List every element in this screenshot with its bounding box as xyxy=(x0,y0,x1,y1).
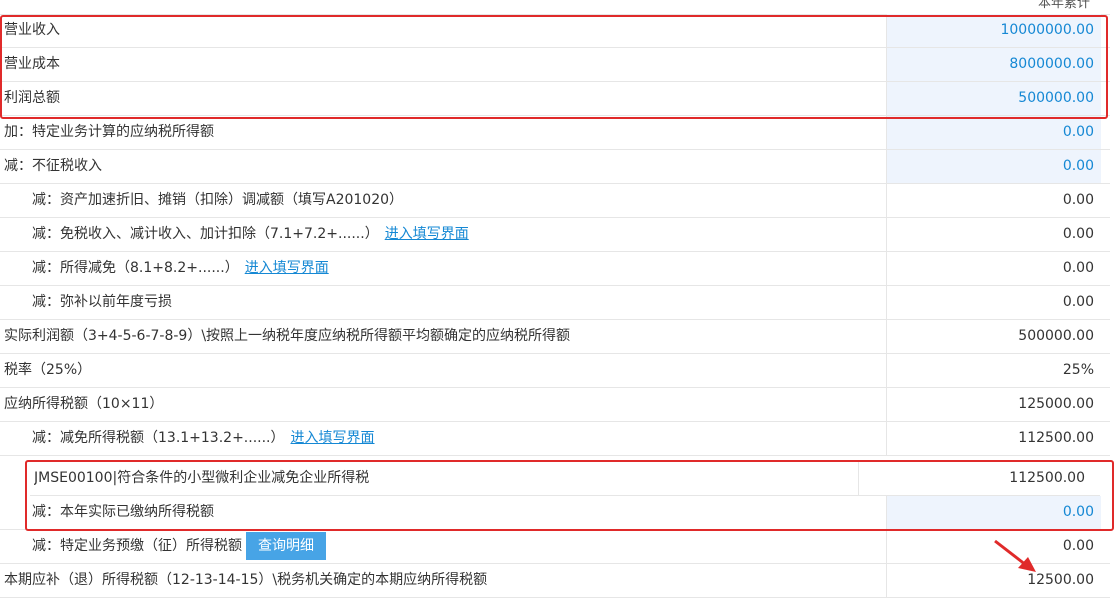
row-label: JMSE00100|符合条件的小型微利企业减免企业所得税 xyxy=(34,470,370,486)
total-profit-input[interactable]: 500000.00 xyxy=(886,82,1101,115)
table-row-special-business-income: 加：特定业务计算的应纳税所得额 0.00 xyxy=(0,116,1110,150)
row-value: 0.00 xyxy=(886,252,1101,285)
row-label: 减：所得减免（8.1+8.2+......） xyxy=(32,260,239,276)
row-value: 500000.00 xyxy=(886,320,1101,353)
table-row-actual-profit: 实际利润额（3+4-5-6-7-8-9）\按照上一纳税年度应纳税所得额平均额确定… xyxy=(0,320,1110,354)
special-business-income-input[interactable]: 0.00 xyxy=(886,116,1101,149)
table-header: 本年累计 xyxy=(0,0,1110,15)
enter-fill-link[interactable]: 进入填写界面 xyxy=(291,430,375,446)
row-value: 125000.00 xyxy=(886,388,1101,421)
row-label-group: 减：减免所得税额（13.1+13.2+......） 进入填写界面 xyxy=(32,422,375,455)
table-row-total-profit: 利润总额 500000.00 xyxy=(0,82,1110,116)
operating-revenue-input[interactable]: 10000000.00 xyxy=(886,14,1101,47)
row-label: 实际利润额（3+4-5-6-7-8-9）\按照上一纳税年度应纳税所得额平均额确定… xyxy=(4,328,571,344)
row-value: 0.00 xyxy=(886,286,1101,319)
row-label: 减：免税收入、减计收入、加计扣除（7.1+7.2+......） xyxy=(32,226,379,242)
row-label-group: 减：所得减免（8.1+8.2+......） 进入填写界面 xyxy=(32,252,329,285)
row-label: 减：减免所得税额（13.1+13.2+......） xyxy=(32,430,285,446)
column-title: 本年累计 xyxy=(1037,0,1090,11)
row-value: 0.00 xyxy=(886,218,1101,251)
row-label: 营业收入 xyxy=(4,22,60,38)
table-row-income-reduction: 减：所得减免（8.1+8.2+......） 进入填写界面 0.00 xyxy=(0,252,1110,286)
non-taxable-income-input[interactable]: 0.00 xyxy=(886,150,1101,183)
row-label: 减：不征税收入 xyxy=(4,158,102,174)
table-row-tax-rate: 税率（25%） 25% xyxy=(0,354,1110,388)
table-row-accelerated-depreciation: 减：资产加速折旧、摊销（扣除）调减额（填写A201020） 0.00 xyxy=(0,184,1110,218)
row-label: 减：弥补以前年度亏损 xyxy=(32,294,172,310)
table-row-small-enterprise-relief: JMSE00100|符合条件的小型微利企业减免企业所得税 112500.00 xyxy=(30,462,1100,496)
table-row-prior-year-loss: 减：弥补以前年度亏损 0.00 xyxy=(0,286,1110,320)
table-row-tax-paid: 减：本年实际已缴纳所得税额 0.00 xyxy=(0,496,1110,530)
table-row-tax-exempt-income: 减：免税收入、减计收入、加计扣除（7.1+7.2+......） 进入填写界面 0… xyxy=(0,218,1110,252)
row-label-group: 减：特定业务预缴（征）所得税额 查询明细 xyxy=(32,530,326,563)
row-label: 本期应补（退）所得税额（12-13-14-15）\税务机关确定的本期应纳所得税额 xyxy=(4,572,488,588)
table-row-non-taxable-income: 减：不征税收入 0.00 xyxy=(0,150,1110,184)
row-label: 减：本年实际已缴纳所得税额 xyxy=(32,504,214,520)
operating-cost-input[interactable]: 8000000.00 xyxy=(886,48,1101,81)
table-row-tax-payable: 应纳所得税额（10×11） 125000.00 xyxy=(0,388,1110,422)
row-label: 减：资产加速折旧、摊销（扣除）调减额（填写A201020） xyxy=(32,192,404,208)
table-row-tax-due: 本期应补（退）所得税额（12-13-14-15）\税务机关确定的本期应纳所得税额… xyxy=(0,564,1110,598)
enter-fill-link[interactable]: 进入填写界面 xyxy=(385,226,469,242)
row-label: 营业成本 xyxy=(4,56,60,72)
table-row-operating-cost: 营业成本 8000000.00 xyxy=(0,48,1110,82)
query-details-button[interactable]: 查询明细 xyxy=(246,532,326,560)
tax-paid-input[interactable]: 0.00 xyxy=(886,496,1101,529)
table-row-special-prepaid-tax: 减：特定业务预缴（征）所得税额 查询明细 0.00 xyxy=(0,530,1110,564)
table-row-tax-relief: 减：减免所得税额（13.1+13.2+......） 进入填写界面 112500.… xyxy=(0,422,1110,456)
row-value: 0.00 xyxy=(886,184,1101,217)
row-label: 加：特定业务计算的应纳税所得额 xyxy=(4,124,214,140)
row-label: 利润总额 xyxy=(4,90,60,106)
row-label: 应纳所得税额（10×11） xyxy=(4,396,164,412)
row-label: 税率（25%） xyxy=(4,362,92,378)
annotation-arrow-icon xyxy=(994,539,1036,572)
enter-fill-link[interactable]: 进入填写界面 xyxy=(245,260,329,276)
table-row-operating-revenue: 营业收入 10000000.00 xyxy=(0,14,1110,48)
row-value: 25% xyxy=(886,354,1101,387)
row-value: 112500.00 xyxy=(858,462,1092,495)
row-value: 112500.00 xyxy=(886,422,1101,455)
row-label: 减：特定业务预缴（征）所得税额 xyxy=(32,538,242,554)
row-label-group: 减：免税收入、减计收入、加计扣除（7.1+7.2+......） 进入填写界面 xyxy=(32,218,469,251)
tax-form-table: 本年累计 营业收入 10000000.00 营业成本 8000000.00 利润… xyxy=(0,0,1120,598)
